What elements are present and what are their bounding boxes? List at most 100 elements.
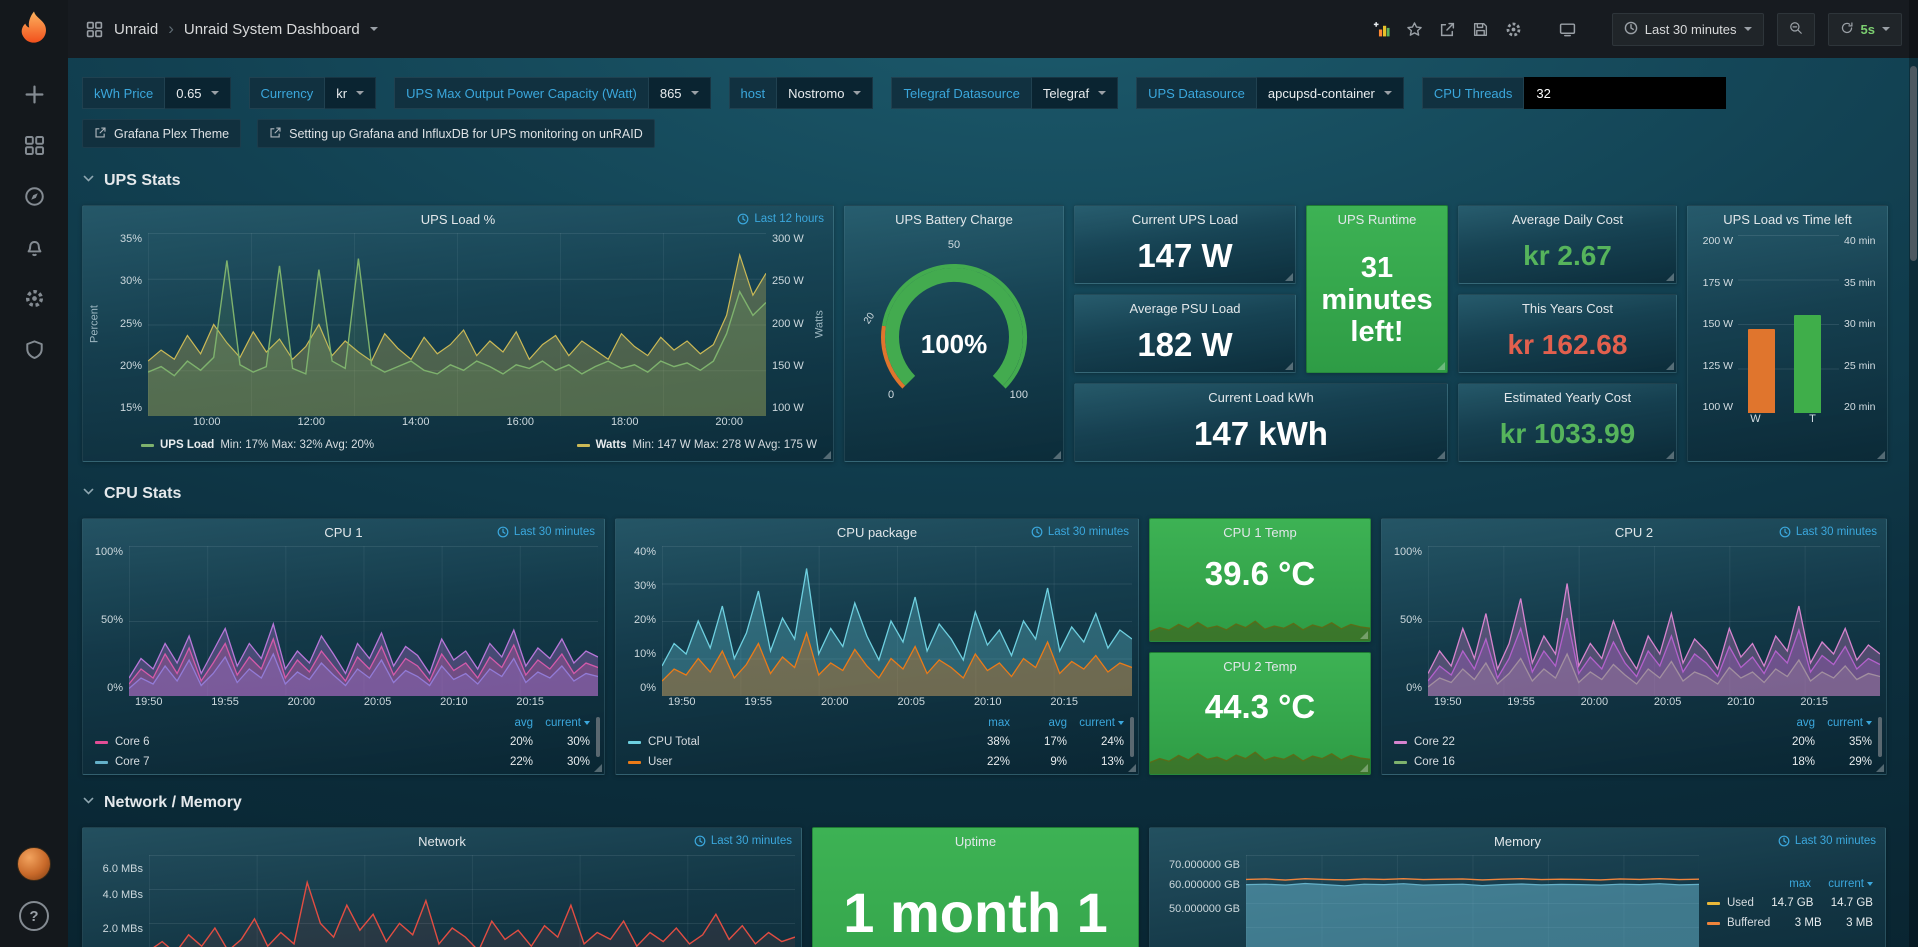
cpu-threads-input[interactable] xyxy=(1524,77,1726,109)
memory-chart[interactable] xyxy=(1246,855,1699,947)
panel-title[interactable]: UPS Battery Charge xyxy=(845,206,1063,229)
panel-title[interactable]: Uptime xyxy=(813,828,1138,851)
caret-down-icon[interactable] xyxy=(370,27,378,31)
legend-row[interactable]: Core 2220%35% xyxy=(1394,732,1872,752)
legend-scrollbar[interactable] xyxy=(1878,717,1882,757)
star-button[interactable] xyxy=(1405,19,1425,39)
legend-col-header[interactable]: avg xyxy=(1010,717,1067,729)
variable-value-dropdown[interactable]: kr xyxy=(325,77,376,109)
variable-value-dropdown[interactable]: 865 xyxy=(649,77,711,109)
row-header-ups-stats[interactable]: UPS Stats xyxy=(82,171,1904,191)
settings-button[interactable] xyxy=(1504,19,1524,39)
grafana-logo[interactable] xyxy=(14,9,54,49)
variable-value-dropdown[interactable]: 0.65 xyxy=(165,77,230,109)
legend-col-header[interactable]: avg xyxy=(476,717,533,729)
panel-title[interactable]: Estimated Yearly Cost xyxy=(1459,384,1676,407)
dashboard-title[interactable]: Unraid System Dashboard xyxy=(184,21,360,38)
relative-time-badge[interactable]: Last 30 minutes xyxy=(497,526,595,538)
sidebar-bottom xyxy=(17,847,51,931)
sort-caret-icon xyxy=(1118,721,1124,725)
row-header-network-memory[interactable]: Network / Memory xyxy=(82,793,1904,813)
page-scrollbar[interactable] xyxy=(1909,0,1918,947)
legend-row[interactable]: Buffered3 MB3 MB xyxy=(1707,913,1873,933)
legend-scrollbar[interactable] xyxy=(596,717,600,757)
graph-legend: UPS LoadMin: 17% Max: 32% Avg: 20% Watts… xyxy=(83,433,833,461)
panel-title[interactable]: Average Daily Cost xyxy=(1459,206,1676,229)
legend-col-header[interactable]: current xyxy=(533,717,590,729)
panel-title[interactable]: UPS Load vs Time left xyxy=(1688,206,1887,229)
cpu1-chart[interactable] xyxy=(129,546,598,696)
refresh-interval-label[interactable]: 5s xyxy=(1861,22,1875,37)
relative-time-badge[interactable]: Last 12 hours xyxy=(737,213,824,225)
stat-value: 44.3 °C xyxy=(1150,667,1370,749)
bar-plot[interactable] xyxy=(1738,235,1839,413)
relative-time-badge[interactable]: Last 30 minutes xyxy=(1778,835,1876,847)
legend-row[interactable]: User22%9%13% xyxy=(628,752,1124,772)
help-icon[interactable] xyxy=(19,901,49,931)
legend-row[interactable]: Used14.7 GB14.7 GB xyxy=(1707,893,1873,913)
panel-title[interactable]: CPU 2 Temp xyxy=(1150,653,1370,676)
legend-col-header[interactable]: max xyxy=(953,717,1010,729)
variable-value-dropdown[interactable]: apcupsd-container xyxy=(1257,77,1404,109)
panel-title[interactable]: Current Load kWh xyxy=(1075,384,1447,407)
battery-gauge[interactable]: 100% 50 0 100 20 xyxy=(862,241,1046,411)
caret-down-icon xyxy=(1744,27,1752,31)
variable-telegraf-datasource: Telegraf Datasource Telegraf xyxy=(891,77,1118,109)
time-picker-button[interactable]: Last 30 minutes xyxy=(1612,13,1764,46)
sidebar-item-explore[interactable] xyxy=(22,187,46,211)
bar-time-left xyxy=(1794,315,1821,413)
legend-item[interactable]: UPS LoadMin: 17% Max: 32% Avg: 20% xyxy=(141,439,374,451)
panel-title[interactable]: Memory xyxy=(1150,828,1885,851)
network-chart[interactable] xyxy=(149,855,795,947)
share-button[interactable] xyxy=(1438,19,1458,39)
variable-label: Telegraf Datasource xyxy=(891,77,1031,109)
dashboards-icon xyxy=(24,135,45,161)
relative-time-badge[interactable]: Last 30 minutes xyxy=(694,835,792,847)
cpu-package-chart[interactable] xyxy=(662,546,1132,696)
save-button[interactable] xyxy=(1471,19,1491,39)
sidebar-item-dashboards[interactable] xyxy=(22,136,46,160)
dashboard-link-ups-guide[interactable]: Setting up Grafana and InfluxDB for UPS … xyxy=(257,119,655,148)
legend-col-header[interactable]: current xyxy=(1811,878,1873,890)
legend-row[interactable]: Core 1618%29% xyxy=(1394,752,1872,772)
row-header-cpu-stats[interactable]: CPU Stats xyxy=(82,484,1904,504)
legend-row[interactable]: CPU Total38%17%24% xyxy=(628,732,1124,752)
zoom-out-button[interactable] xyxy=(1777,13,1815,46)
legend-col-header[interactable]: max xyxy=(1749,878,1811,890)
sidebar-item-alerting[interactable] xyxy=(22,238,46,262)
compass-icon xyxy=(24,186,45,212)
cpu2-chart[interactable] xyxy=(1428,546,1880,696)
variable-value-dropdown[interactable]: Nostromo xyxy=(777,77,873,109)
panel-title[interactable]: Current UPS Load xyxy=(1075,206,1295,229)
relative-time-badge[interactable]: Last 30 minutes xyxy=(1031,526,1129,538)
scrollbar-thumb[interactable] xyxy=(1910,66,1917,261)
breadcrumb-app[interactable]: Unraid xyxy=(114,21,158,38)
variable-value-dropdown[interactable]: Telegraf xyxy=(1032,77,1118,109)
legend-item[interactable]: WattsMin: 147 W Max: 278 W Avg: 175 W xyxy=(577,439,817,451)
ups-load-chart[interactable] xyxy=(148,233,766,416)
panel-title[interactable]: UPS Runtime xyxy=(1307,206,1447,229)
legend-scrollbar[interactable] xyxy=(1130,717,1134,757)
panel-title[interactable]: This Years Cost xyxy=(1459,295,1676,318)
panel-title[interactable]: UPS Load % xyxy=(83,206,833,229)
user-avatar[interactable] xyxy=(17,847,51,881)
gauge-tick: 100 xyxy=(1010,389,1028,401)
relative-time-badge[interactable]: Last 30 minutes xyxy=(1779,526,1877,538)
chevron-down-icon xyxy=(82,485,95,503)
sidebar-item-server-admin[interactable] xyxy=(22,340,46,364)
legend-row[interactable]: Core 722%30% xyxy=(95,752,590,772)
add-panel-button[interactable] xyxy=(1372,19,1392,39)
y-axis-ticks: 100%50%0% xyxy=(1386,546,1428,696)
panel-title[interactable]: CPU 1 Temp xyxy=(1150,519,1370,542)
legend-col-header[interactable]: avg xyxy=(1758,717,1815,729)
external-link-icon xyxy=(94,126,107,142)
legend-row[interactable]: Core 620%30% xyxy=(95,732,590,752)
cycle-view-button[interactable] xyxy=(1558,19,1578,39)
legend-col-header[interactable]: current xyxy=(1815,717,1872,729)
sidebar-item-create[interactable] xyxy=(22,85,46,109)
dashboard-link-plex-theme[interactable]: Grafana Plex Theme xyxy=(82,119,241,148)
refresh-button[interactable]: 5s xyxy=(1828,13,1902,46)
sidebar-item-configuration[interactable] xyxy=(22,289,46,313)
panel-title[interactable]: Average PSU Load xyxy=(1075,295,1295,318)
legend-col-header[interactable]: current xyxy=(1067,717,1124,729)
